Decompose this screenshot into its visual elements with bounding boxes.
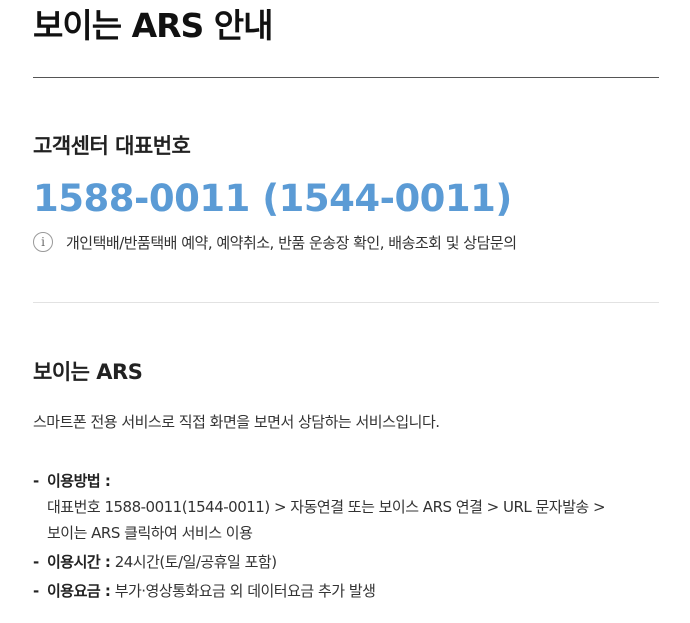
usage-time-value: 24시간(토/일/공휴일 포함) — [110, 553, 277, 571]
usage-fee-item: - 이용요금 : 부가·영상통화요금 외 데이터요금 추가 발생 — [33, 578, 663, 604]
customer-center-phone[interactable]: 1588-0011 (1544-0011) — [33, 174, 512, 224]
usage-method-label: 이용방법 : — [47, 472, 111, 490]
usage-time-label: 이용시간 : — [47, 553, 111, 571]
page-title: 보이는 ARS 안내 — [33, 6, 273, 45]
customer-center-heading: 고객센터 대표번호 — [33, 134, 191, 158]
list-dash: - — [33, 553, 39, 571]
usage-method-line-2: 보이는 ARS 클릭하여 서비스 이용 — [47, 524, 253, 542]
usage-method-line-1: 대표번호 1588-0011(1544-0011) > 자동연결 또는 보이스 … — [47, 498, 606, 516]
usage-time-item: - 이용시간 : 24시간(토/일/공휴일 포함) — [33, 549, 663, 575]
customer-center-info-text: 개인택배/반품택배 예약, 예약취소, 반품 운송장 확인, 배송조회 및 상담… — [66, 233, 517, 252]
section-divider — [33, 302, 659, 303]
ars-detail-list: - 이용방법 : 대표번호 1588-0011(1544-0011) > 자동연… — [33, 468, 663, 607]
list-dash: - — [33, 582, 39, 600]
customer-center-info: i 개인택배/반품택배 예약, 예약취소, 반품 운송장 확인, 배송조회 및 … — [33, 230, 517, 254]
list-dash: - — [33, 472, 39, 490]
info-icon: i — [33, 232, 53, 252]
ars-heading: 보이는 ARS — [33, 360, 143, 384]
usage-fee-label: 이용요금 : — [47, 582, 111, 600]
ars-guide-page: 보이는 ARS 안내 고객센터 대표번호 1588-0011 (1544-001… — [0, 0, 690, 623]
usage-fee-value: 부가·영상통화요금 외 데이터요금 추가 발생 — [110, 582, 376, 600]
ars-description: 스마트폰 전용 서비스로 직접 화면을 보면서 상담하는 서비스입니다. — [33, 413, 440, 431]
usage-method-item: - 이용방법 : 대표번호 1588-0011(1544-0011) > 자동연… — [33, 468, 663, 546]
title-divider — [33, 77, 659, 78]
